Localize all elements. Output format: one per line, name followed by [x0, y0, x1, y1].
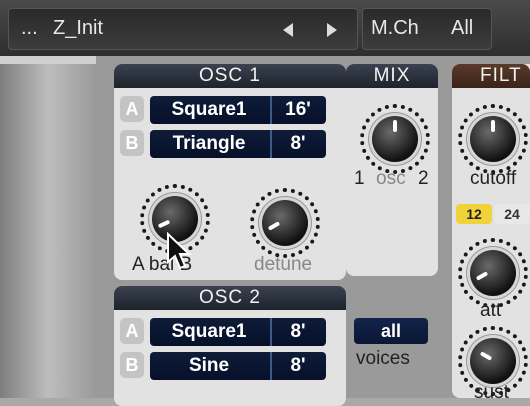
osc-mix-label-mid: osc — [376, 168, 406, 189]
osc2-wave-b-display[interactable]: Sine 8' — [150, 352, 326, 380]
divider — [270, 318, 272, 346]
midi-channel-selector[interactable]: M.Ch All — [362, 8, 492, 50]
preset-menu-button[interactable]: ... — [21, 17, 38, 40]
knob-indicator — [475, 271, 489, 281]
osc1-wave-a-display[interactable]: Square1 16' — [150, 96, 326, 124]
osc2-panel: OSC 2 A Square1 8' B Sine 8' — [114, 286, 346, 406]
filter-panel: FILT cutoff 12 24 att sust — [452, 64, 530, 403]
osc2-wave-b-name[interactable]: Sine — [150, 355, 268, 377]
knob-indicator — [491, 120, 495, 132]
osc1-slot-b[interactable]: B — [120, 130, 144, 156]
preset-selector[interactable]: ... Z_Init — [8, 8, 358, 50]
cutoff-label: cutoff — [470, 168, 517, 189]
osc1-wave-a-name[interactable]: Square1 — [150, 99, 268, 121]
attack-label: att — [480, 300, 502, 321]
osc2-slot-a[interactable]: A — [120, 318, 144, 344]
divider — [270, 352, 272, 380]
osc2-wave-a-name[interactable]: Square1 — [150, 321, 268, 343]
cutoff-knob[interactable] — [470, 116, 516, 162]
osc-mix-label-left: 1 — [354, 168, 365, 189]
osc1-wave-b-display[interactable]: Triangle 8' — [150, 130, 326, 158]
top-bar: ... Z_Init M.Ch All — [0, 0, 530, 56]
osc-mix-label-right: 2 — [418, 168, 429, 189]
left-side-strip — [0, 56, 96, 398]
mix-panel: MIX 1 osc 2 — [346, 64, 438, 276]
midi-channel-label: M.Ch — [371, 17, 419, 39]
next-preset-icon[interactable] — [327, 23, 337, 37]
voices-all-button[interactable]: all — [354, 318, 428, 344]
osc1-wave-b-octave[interactable]: 8' — [274, 133, 322, 155]
synth-panel: OSC 1 A Square1 16' B Triangle 8' A bal … — [96, 56, 530, 406]
knob-indicator — [157, 219, 171, 229]
osc2-wave-a-octave[interactable]: 8' — [274, 321, 322, 343]
knob-indicator — [393, 120, 397, 132]
divider — [270, 96, 272, 124]
mouse-cursor-icon — [167, 232, 192, 270]
osc2-wave-b-octave[interactable]: 8' — [274, 355, 322, 377]
prev-preset-icon[interactable] — [283, 23, 293, 37]
strip-edge — [0, 56, 96, 64]
divider — [270, 130, 272, 158]
detune-knob[interactable] — [262, 200, 308, 246]
knob-indicator — [267, 221, 281, 231]
voices-label: voices — [356, 348, 410, 369]
filter-title: FILT — [452, 64, 530, 88]
osc1-title: OSC 1 — [114, 64, 346, 88]
osc1-slot-a[interactable]: A — [120, 96, 144, 122]
osc2-title: OSC 2 — [114, 286, 346, 310]
slope-24-button[interactable]: 24 — [494, 204, 530, 224]
preset-name[interactable]: Z_Init — [53, 17, 103, 40]
osc1-wave-a-octave[interactable]: 16' — [274, 99, 322, 121]
osc2-slot-b[interactable]: B — [120, 352, 144, 378]
sustain-label: sust — [474, 382, 509, 403]
osc-mix-knob[interactable] — [372, 116, 418, 162]
osc2-wave-a-display[interactable]: Square1 8' — [150, 318, 326, 346]
slope-12-button[interactable]: 12 — [456, 204, 492, 224]
detune-knob-label: detune — [254, 254, 313, 275]
osc1-wave-b-name[interactable]: Triangle — [150, 133, 268, 155]
midi-channel-value[interactable]: All — [451, 17, 473, 40]
osc1-panel: OSC 1 A Square1 16' B Triangle 8' A bal … — [114, 64, 346, 280]
knob-indicator — [479, 351, 493, 361]
mix-title: MIX — [346, 64, 438, 88]
attack-knob[interactable] — [470, 250, 516, 296]
sustain-knob[interactable] — [470, 338, 516, 384]
